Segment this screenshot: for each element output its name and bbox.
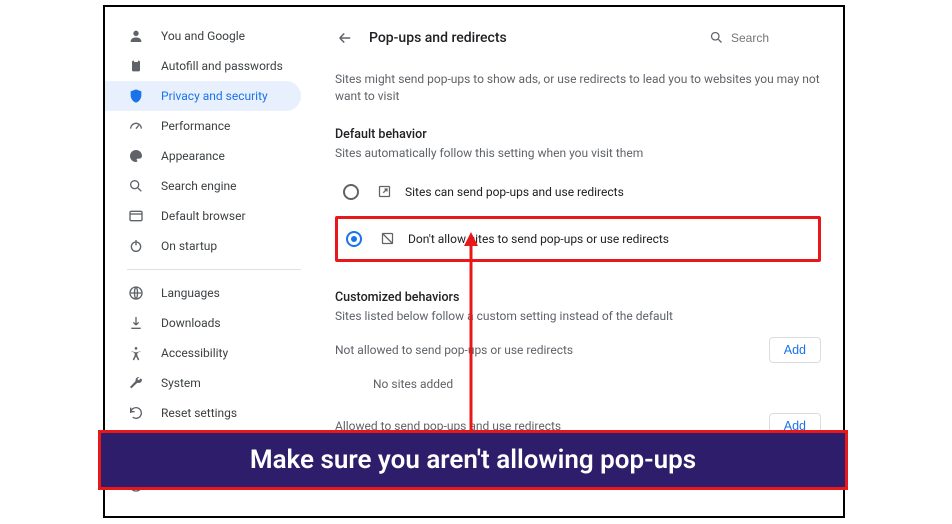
sidebar-item-performance[interactable]: Performance [105, 111, 301, 141]
option-allow-popups[interactable]: Sites can send pop-ups and use redirects [335, 172, 821, 212]
sidebar-label: Languages [161, 286, 220, 300]
wrench-icon [127, 374, 145, 392]
annotation-banner: Make sure you aren't allowing pop-ups [98, 430, 848, 490]
no-sites-text: No sites added [335, 377, 821, 391]
sidebar-label: Search engine [161, 179, 236, 193]
sidebar-label: Autofill and passwords [161, 59, 283, 73]
not-allowed-section: Not allowed to send pop-ups or use redir… [335, 337, 821, 363]
search-icon [709, 30, 725, 46]
sidebar-item-appearance[interactable]: Appearance [105, 141, 301, 171]
radio-checked-icon [346, 231, 362, 247]
power-icon [127, 237, 145, 255]
palette-icon [127, 147, 145, 165]
person-icon [127, 27, 145, 45]
reset-icon [127, 404, 145, 422]
sidebar-label: Performance [161, 119, 230, 133]
sidebar-item-downloads[interactable]: Downloads [105, 308, 301, 338]
browser-icon [127, 207, 145, 225]
sidebar-label: Downloads [161, 316, 221, 330]
sidebar-item-languages[interactable]: Languages [105, 278, 301, 308]
sidebar-item-you-and-google[interactable]: You and Google [105, 21, 301, 51]
default-behavior-subtitle: Sites automatically follow this setting … [335, 146, 821, 160]
option-block-popups[interactable]: Don't allow sites to send pop-ups or use… [338, 219, 818, 259]
customized-behaviors-title: Customized behaviors [335, 290, 821, 305]
shield-icon [127, 87, 145, 105]
page-header: Pop-ups and redirects [335, 21, 821, 55]
clipboard-icon [127, 57, 145, 75]
sidebar-label: You and Google [161, 29, 245, 43]
radio-unchecked-icon [343, 184, 359, 200]
customized-behaviors-subtitle: Sites listed below follow a custom setti… [335, 309, 821, 323]
default-behavior-title: Default behavior [335, 127, 821, 142]
sidebar-item-privacy-security[interactable]: Privacy and security [105, 81, 301, 111]
search-box[interactable] [709, 30, 821, 46]
sidebar-label: Default browser [161, 209, 246, 223]
sidebar-item-search-engine[interactable]: Search engine [105, 171, 301, 201]
sidebar-label: System [161, 376, 201, 390]
sidebar-item-system[interactable]: System [105, 368, 301, 398]
sidebar-label: Appearance [161, 149, 225, 163]
back-button[interactable] [335, 28, 355, 48]
option-block-label: Don't allow sites to send pop-ups or use… [408, 232, 669, 246]
sidebar-label: Reset settings [161, 406, 237, 420]
sidebar-item-default-browser[interactable]: Default browser [105, 201, 301, 231]
sidebar-item-autofill[interactable]: Autofill and passwords [105, 51, 301, 81]
accessibility-icon [127, 344, 145, 362]
sidebar-item-reset[interactable]: Reset settings [105, 398, 301, 428]
page-title: Pop-ups and redirects [369, 30, 709, 46]
add-not-allowed-button[interactable]: Add [769, 337, 821, 363]
sidebar-label: On startup [161, 239, 217, 253]
download-icon [127, 314, 145, 332]
sidebar-divider [127, 269, 301, 270]
highlighted-setting: Don't allow sites to send pop-ups or use… [335, 216, 821, 262]
blocked-popup-icon [380, 231, 396, 247]
open-in-new-icon [377, 184, 393, 200]
search-icon [127, 177, 145, 195]
search-input[interactable] [731, 31, 821, 45]
intro-text: Sites might send pop-ups to show ads, or… [335, 71, 821, 105]
sidebar-label: Privacy and security [161, 89, 268, 103]
sidebar-label: Accessibility [161, 346, 228, 360]
option-allow-label: Sites can send pop-ups and use redirects [405, 185, 624, 199]
annotation-text: Make sure you aren't allowing pop-ups [250, 445, 696, 475]
globe-icon [127, 284, 145, 302]
not-allowed-label: Not allowed to send pop-ups or use redir… [335, 343, 573, 357]
sidebar-item-accessibility[interactable]: Accessibility [105, 338, 301, 368]
sidebar-item-on-startup[interactable]: On startup [105, 231, 301, 261]
speedometer-icon [127, 117, 145, 135]
